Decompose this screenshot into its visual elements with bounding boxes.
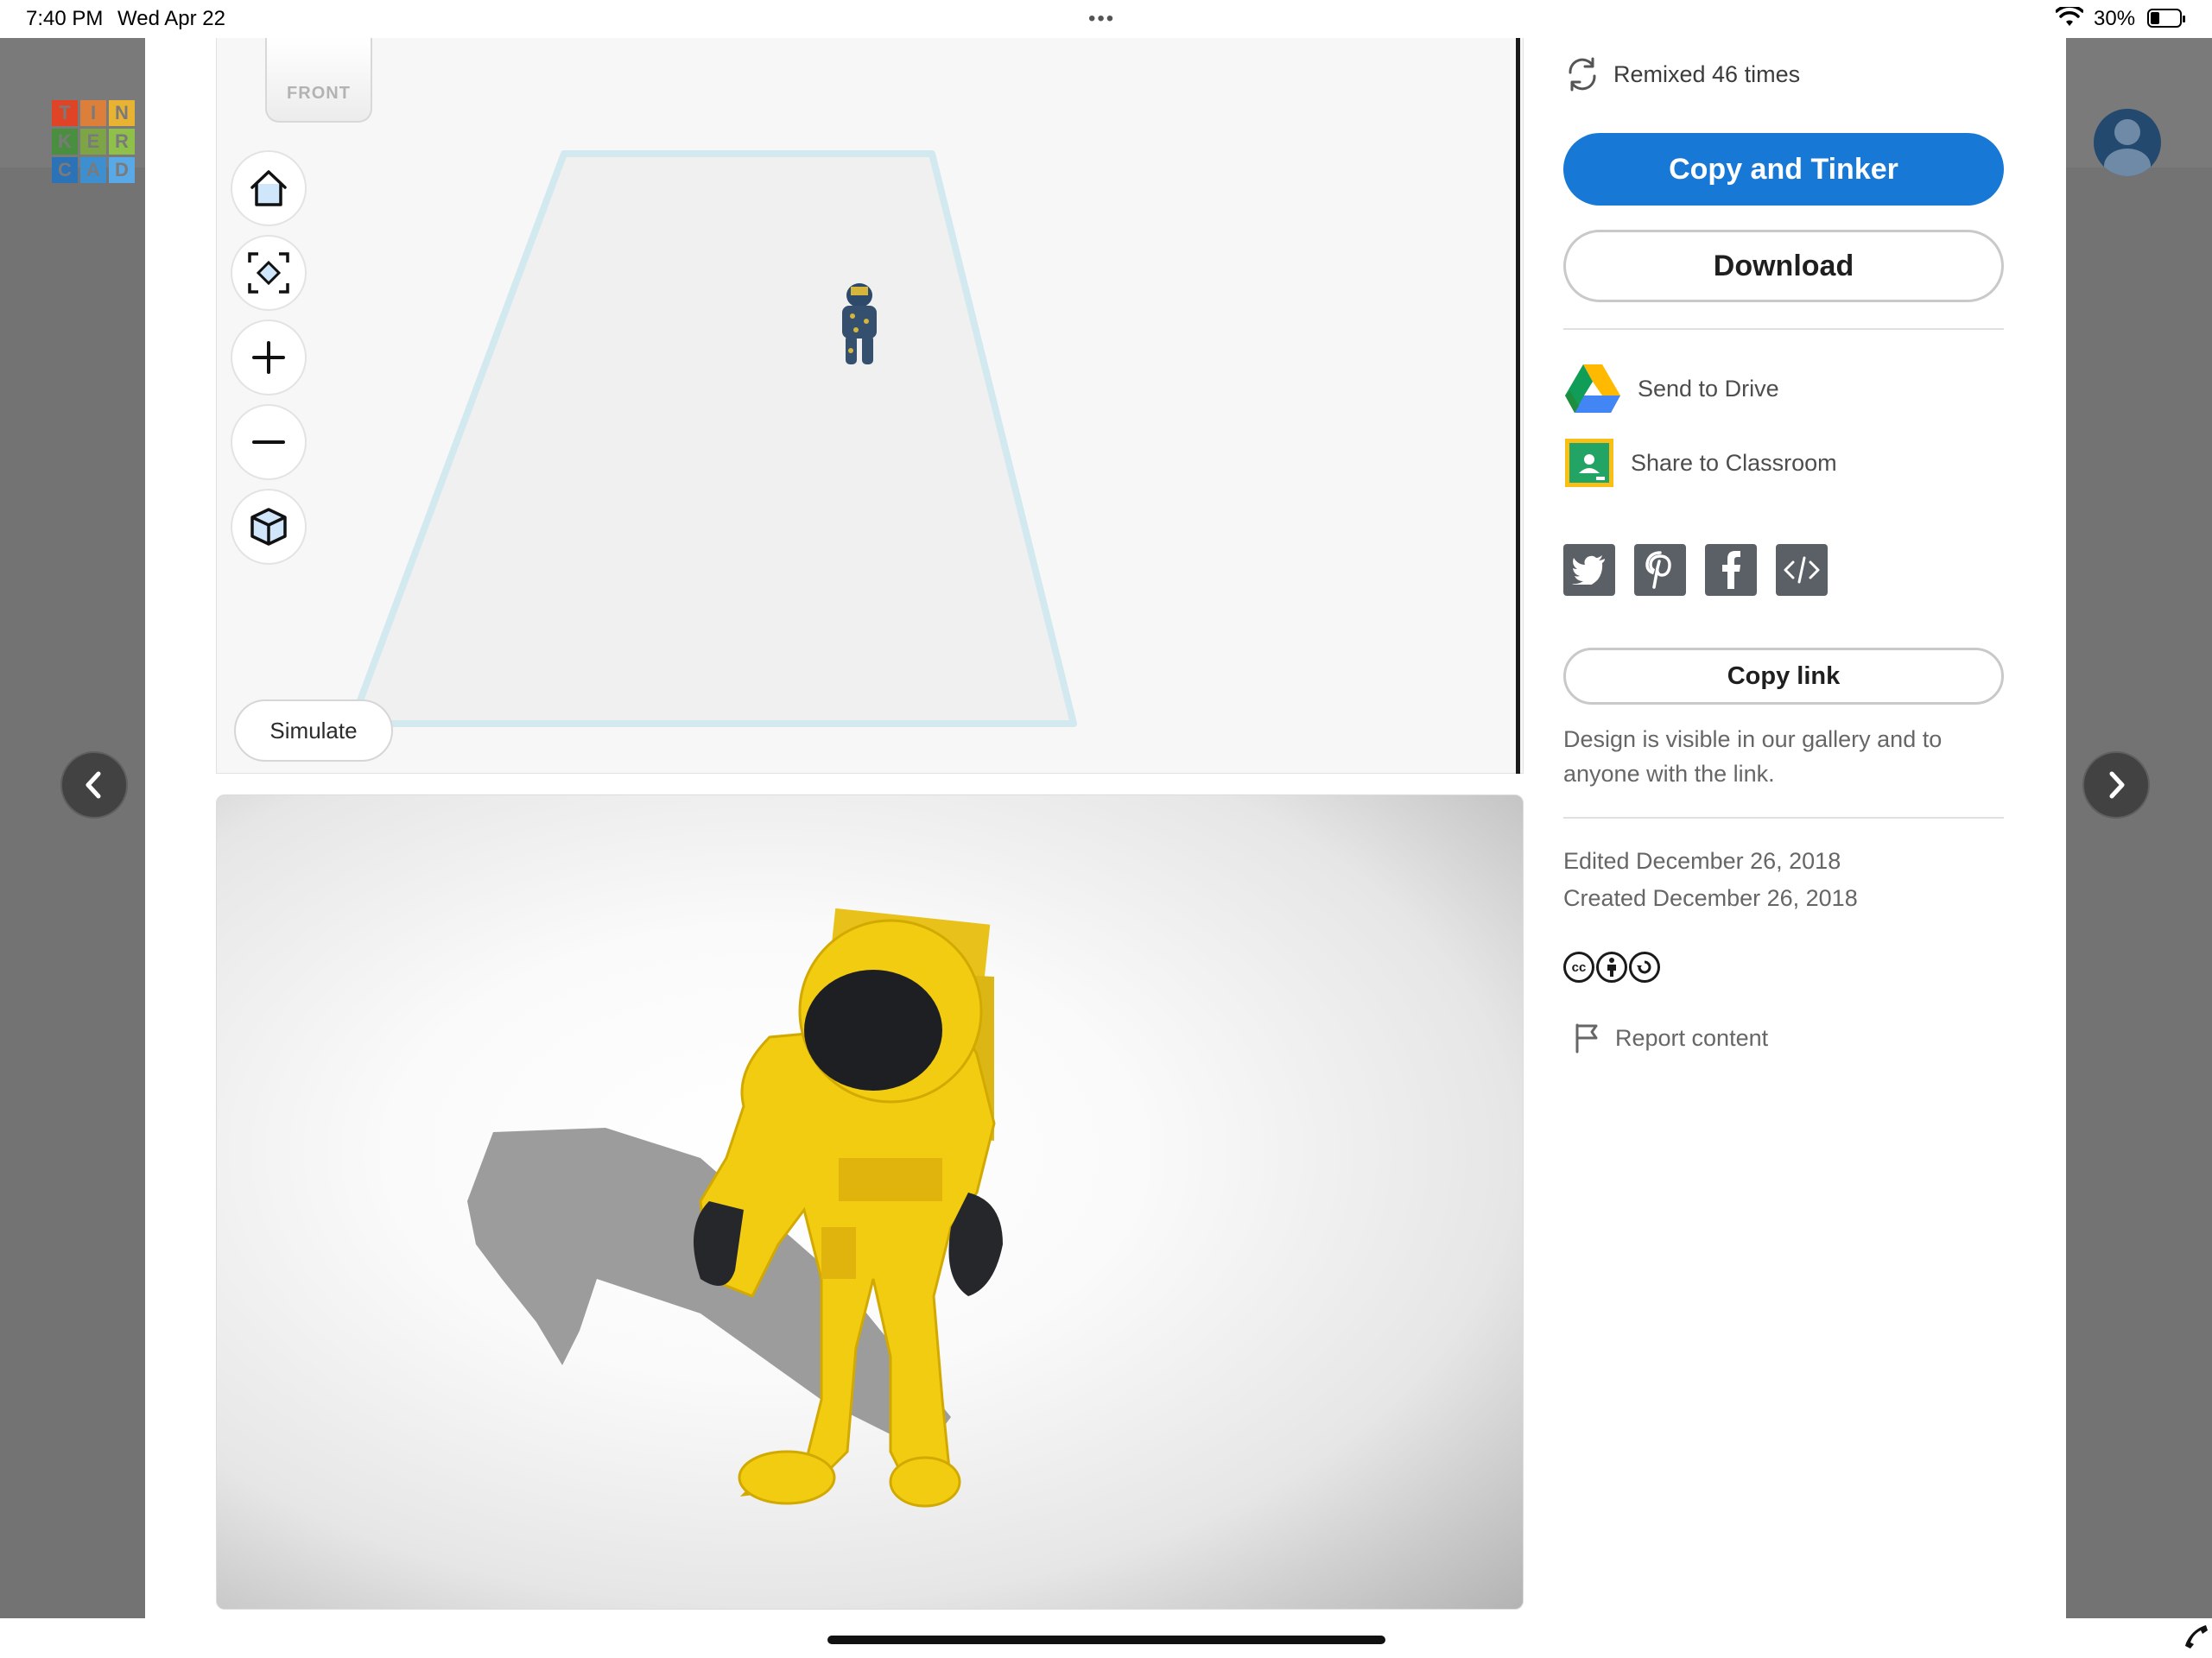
next-design-button[interactable] [2082, 751, 2150, 819]
pinterest-share-button[interactable] [1634, 544, 1686, 596]
view-mode-button[interactable] [231, 489, 307, 565]
download-button[interactable]: Download [1563, 230, 2004, 302]
share-alike-icon [1629, 952, 1660, 983]
divider [1563, 817, 2004, 819]
viewcube-front[interactable]: FRONT [265, 38, 372, 123]
report-content-link[interactable]: Report content [1574, 1021, 1768, 1055]
embed-code-icon [1784, 556, 1820, 584]
viewer-scrollbar[interactable] [1516, 38, 1520, 774]
twitter-share-button[interactable] [1563, 544, 1615, 596]
design-preview-image [216, 794, 1524, 1610]
twitter-icon [1572, 555, 1605, 585]
facebook-share-button[interactable] [1705, 544, 1757, 596]
status-time: 7:40 PM [26, 7, 104, 30]
phone-icon[interactable] [2182, 1622, 2209, 1649]
minus-icon [252, 440, 285, 444]
share-to-classroom-link[interactable]: Share to Classroom [1563, 435, 1837, 490]
cube-icon [250, 508, 287, 546]
logo-letter: R [109, 129, 135, 155]
logo-letter: E [80, 129, 106, 155]
astronaut-render [467, 908, 1003, 1508]
visibility-notice: Design is visible in our gallery and to … [1563, 726, 1943, 787]
by-attribution-icon [1596, 952, 1627, 983]
status-date: Wed Apr 22 [117, 7, 225, 30]
send-to-drive-link[interactable]: Send to Drive [1563, 361, 1779, 416]
logo-letter: D [109, 157, 135, 183]
tinkercad-logo[interactable]: TIN KER CAD [52, 100, 135, 183]
battery-icon [2147, 9, 2185, 28]
license-badges[interactable]: cc [1563, 952, 1660, 983]
copy-link-button[interactable]: Copy link [1563, 648, 2004, 705]
report-content-label: Report content [1615, 1024, 1769, 1051]
cc-icon: cc [1563, 952, 1594, 983]
pinterest-icon [1645, 551, 1671, 589]
home-view-button[interactable] [231, 150, 307, 226]
embed-code-button[interactable] [1776, 544, 1828, 596]
google-drive-icon [1565, 364, 1620, 413]
home-icon [250, 170, 287, 206]
logo-letter: I [80, 100, 106, 126]
remix-count-text: Remixed 46 times [1613, 60, 1801, 87]
fit-view-icon [248, 252, 289, 294]
3d-viewer[interactable]: FRONT Simulate [216, 38, 1524, 774]
logo-letter: A [80, 157, 106, 183]
fit-view-button[interactable] [231, 235, 307, 311]
facebook-icon [1722, 551, 1740, 589]
previous-design-button[interactable] [60, 751, 128, 819]
astronaut-model-small[interactable] [830, 282, 889, 368]
wifi-icon [2055, 4, 2084, 32]
divider [1563, 328, 2004, 330]
plus-icon [252, 341, 285, 374]
google-classroom-icon [1565, 439, 1613, 487]
zoom-in-button[interactable] [231, 320, 307, 396]
logo-letter: K [52, 129, 78, 155]
logo-letter: C [52, 157, 78, 183]
logo-letter: T [52, 100, 78, 126]
zoom-out-button[interactable] [231, 404, 307, 480]
remix-icon [1569, 57, 1596, 92]
multitasking-dots-icon[interactable]: ••• [1088, 7, 1115, 31]
send-to-drive-label: Send to Drive [1638, 375, 1779, 402]
battery-percentage: 30% [2094, 7, 2136, 30]
logo-letter: N [109, 100, 135, 126]
chevron-right-icon [2109, 771, 2125, 799]
share-to-classroom-label: Share to Classroom [1631, 449, 1837, 476]
status-bar: 7:40 PM Wed Apr 22 ••• 30% [0, 0, 2212, 38]
simulate-button[interactable]: Simulate [234, 699, 393, 762]
remix-count: Remixed 46 times [1563, 55, 1800, 93]
flag-icon [1575, 1023, 1598, 1054]
copy-and-tinker-button[interactable]: Copy and Tinker [1563, 133, 2004, 206]
chevron-left-icon [86, 771, 101, 799]
home-indicator[interactable] [827, 1636, 1385, 1644]
user-avatar[interactable] [2094, 109, 2161, 176]
created-date: Created December 26, 2018 [1563, 885, 1858, 911]
workplane[interactable] [217, 38, 1524, 774]
edited-date: Edited December 26, 2018 [1563, 848, 1841, 874]
